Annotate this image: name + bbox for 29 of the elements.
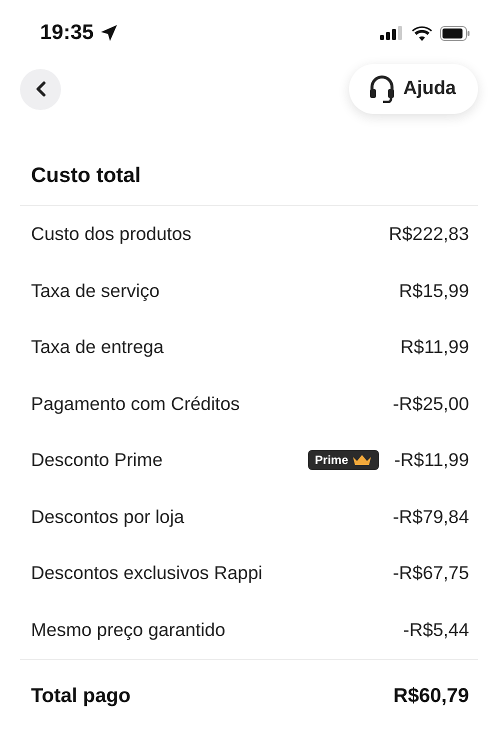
- cost-label: Pagamento com Créditos: [31, 392, 241, 415]
- headset-icon: [369, 75, 396, 103]
- battery-icon: [440, 26, 470, 40]
- cost-value: -R$11,99: [394, 449, 469, 472]
- cost-label: Mesmo preço garantido: [31, 618, 226, 641]
- help-button[interactable]: Ajuda: [349, 64, 478, 114]
- cost-value: -R$25,00: [392, 392, 469, 415]
- cost-value: R$11,99: [400, 336, 469, 358]
- cost-value: R$15,99: [399, 280, 469, 302]
- signal-icon: [380, 26, 404, 40]
- prime-badge: Prime: [308, 450, 380, 470]
- cost-value: R$222,83: [388, 223, 469, 246]
- total-value: R$60,79: [393, 684, 469, 708]
- section-title: Custo total: [20, 154, 478, 206]
- wifi-icon: [412, 26, 432, 40]
- total-label: Total pago: [31, 684, 132, 708]
- status-time: 19:35: [40, 21, 94, 45]
- cost-value: -R$5,44: [403, 618, 469, 641]
- location-arrow-icon: [100, 24, 118, 42]
- cost-label: Descontos por loja: [31, 506, 186, 528]
- cost-label: Taxa de entrega: [31, 336, 165, 358]
- cost-label: Taxa de serviço: [31, 280, 161, 302]
- cost-label: Custo dos produtos: [31, 223, 192, 246]
- back-button[interactable]: [20, 68, 61, 110]
- cost-value: -R$79,84: [392, 506, 469, 528]
- cost-label: Descontos exclusivos Rappi: [31, 562, 264, 584]
- cost-value: -R$67,75: [392, 562, 469, 584]
- back-icon: [34, 81, 46, 97]
- cost-label: Desconto Prime: [31, 449, 164, 472]
